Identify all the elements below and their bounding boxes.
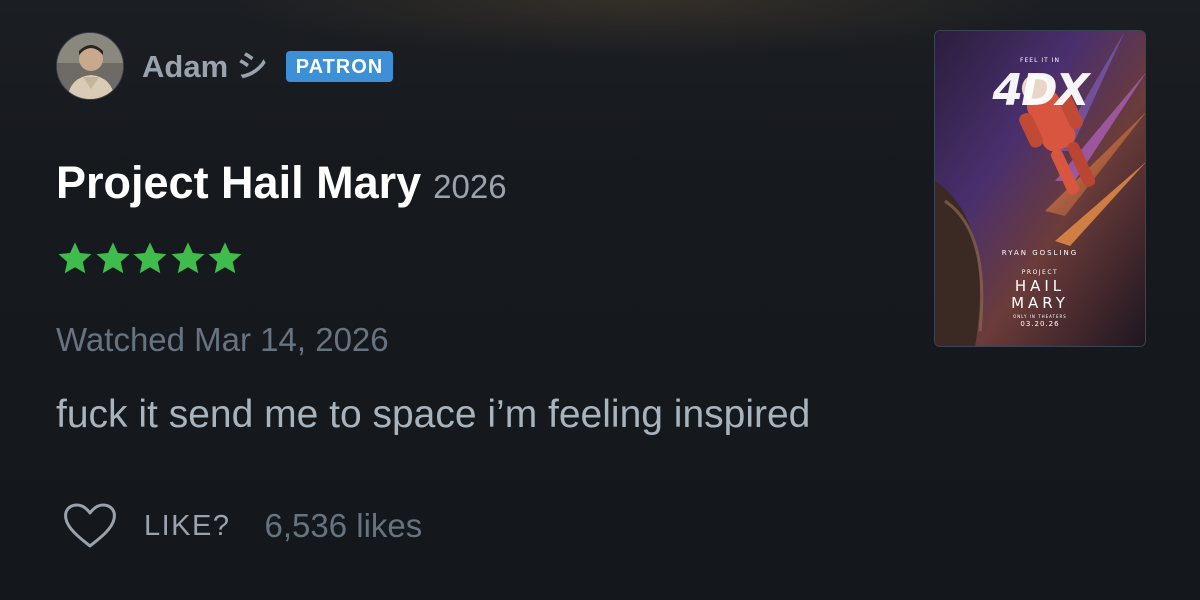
film-title[interactable]: Project Hail Mary: [56, 160, 421, 205]
star-icon: [94, 240, 132, 278]
heart-outline-icon[interactable]: [62, 502, 118, 550]
poster-title-line1: HAIL: [1014, 277, 1066, 295]
review-card: Adam シ PATRON Project Hail Mary 2026 Wat…: [0, 0, 1200, 600]
poster-date: 03.20.26: [1020, 320, 1060, 328]
like-button[interactable]: LIKE?: [144, 510, 231, 543]
film-heading: Project Hail Mary 2026: [56, 160, 507, 205]
film-year[interactable]: 2026: [433, 170, 506, 203]
poster-tag: ONLY IN THEATERS: [1013, 314, 1067, 319]
review-text: fuck it send me to space i’m feeling ins…: [56, 393, 811, 436]
star-icon: [56, 240, 94, 278]
poster-title-line2: MARY: [1011, 294, 1069, 312]
film-poster[interactable]: FEEL IT IN 4DX RYAN GOSLING PROJECT HAIL…: [934, 30, 1146, 347]
avatar[interactable]: [56, 32, 124, 100]
like-bar: LIKE? 6,536 likes: [62, 500, 422, 552]
username[interactable]: Adam シ: [142, 51, 268, 82]
star-icon: [169, 240, 207, 278]
star-rating: [56, 240, 244, 278]
user-avatar-photo: [57, 33, 123, 99]
star-icon: [131, 240, 169, 278]
watched-date: Watched Mar 14, 2026: [56, 321, 389, 358]
poster-actor: RYAN GOSLING: [1001, 249, 1079, 257]
review-author: Adam シ PATRON: [56, 30, 394, 102]
patron-badge: PATRON: [285, 50, 394, 82]
poster-format-logo: 4DX: [992, 65, 1089, 116]
like-count[interactable]: 6,536 likes: [265, 507, 423, 545]
star-icon: [206, 240, 244, 278]
poster-top-line: FEEL IT IN: [1020, 57, 1060, 64]
poster-title-small: PROJECT: [1021, 269, 1059, 276]
